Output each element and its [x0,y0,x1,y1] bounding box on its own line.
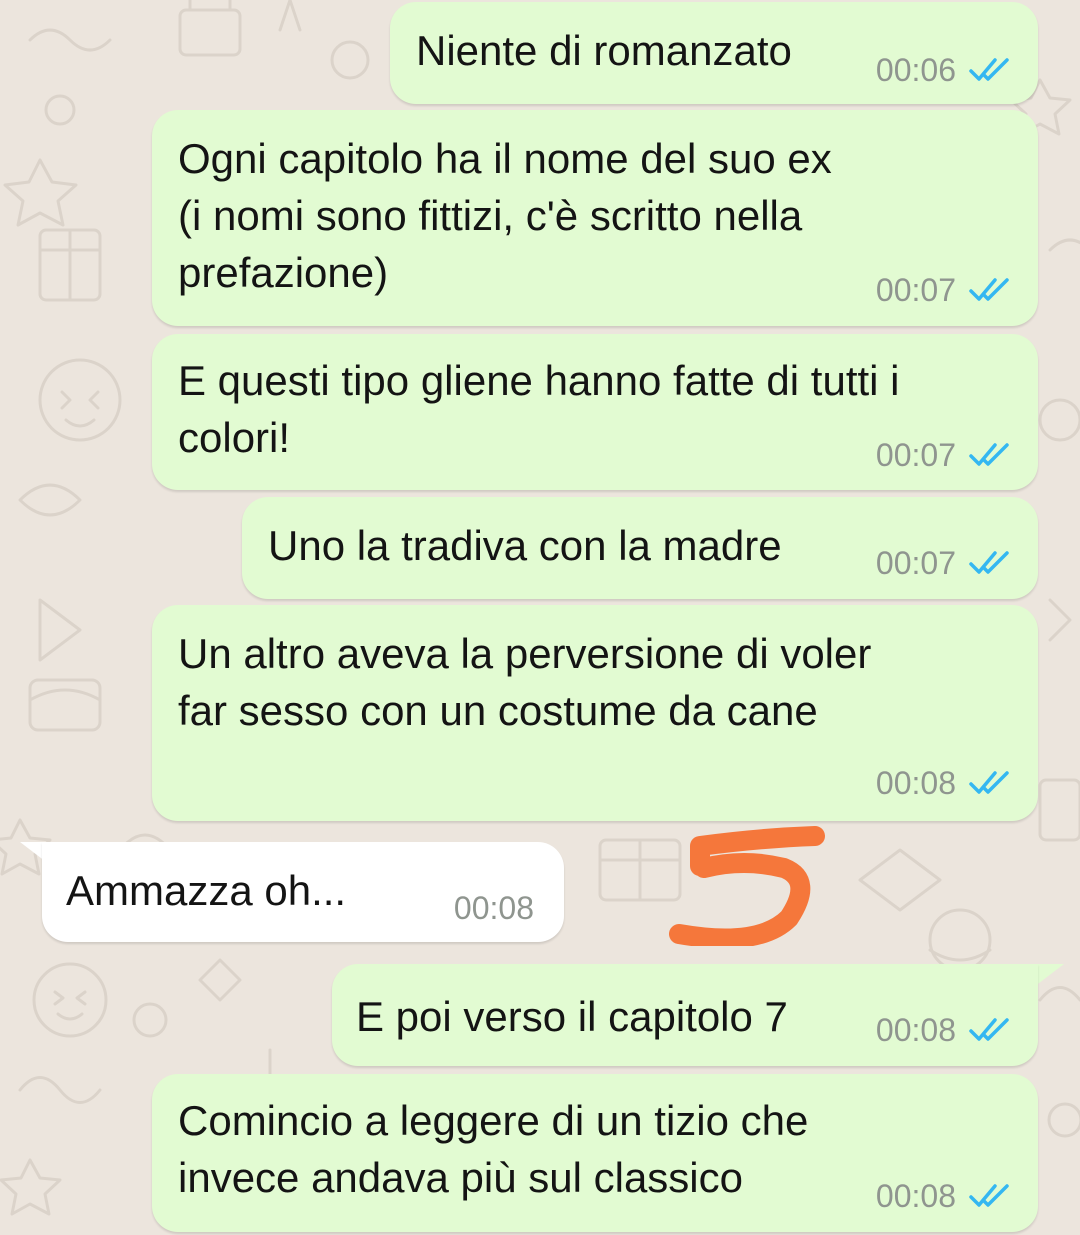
message-time: 00:07 [875,545,956,581]
message-bubble-outgoing[interactable]: Un altro aveva la perversione di voler f… [152,605,1038,821]
double-check-icon [969,443,1009,466]
message-meta: 00:08 [876,1012,1012,1048]
message-bubble-outgoing[interactable]: Uno la tradiva con la madre 00:07 [242,497,1038,599]
message-text: Un altro aveva la perversione di voler f… [178,630,872,734]
message-time: 00:08 [875,1012,956,1048]
double-check-icon [969,771,1009,794]
message-time: 00:08 [875,1178,956,1214]
handwritten-number-icon [669,826,825,946]
message-meta: 00:07 [876,272,1012,308]
message-bubble-outgoing[interactable]: Ogni capitolo ha il nome del suo ex (i n… [152,110,1038,326]
double-check-icon [969,1184,1009,1207]
message-bubble-outgoing[interactable]: Comincio a leggere di un tizio che invec… [152,1074,1038,1232]
message-text: Uno la tradiva con la madre [268,522,782,569]
message-text: E poi verso il capitolo 7 [356,993,788,1040]
message-bubble-outgoing[interactable]: E poi verso il capitolo 7 00:08 [332,964,1038,1066]
message-text: Niente di romanzato [416,27,792,74]
message-meta: 00:08 [876,765,1012,801]
message-bubble-incoming[interactable]: Ammazza oh... 00:08 [42,842,564,942]
message-time: 00:08 [453,890,534,926]
message-time: 00:07 [875,437,956,473]
message-time: 00:06 [875,52,956,88]
message-text: Ammazza oh... [66,867,347,914]
chat-message-list[interactable]: Niente di romanzato 00:06 Ogni capitolo … [0,0,1080,1235]
message-time: 00:07 [875,272,956,308]
message-meta: 00:06 [876,52,1012,88]
double-check-icon [969,278,1009,301]
message-bubble-outgoing[interactable]: E questi tipo gliene hanno fatte di tutt… [152,334,1038,490]
message-meta: 00:08 [454,890,534,926]
message-time: 00:08 [875,765,956,801]
double-check-icon [969,551,1009,574]
message-text: Comincio a leggere di un tizio che invec… [178,1097,809,1201]
message-meta: 00:08 [876,1178,1012,1214]
double-check-icon [969,58,1009,81]
message-meta: 00:07 [876,437,1012,473]
message-text: Ogni capitolo ha il nome del suo ex (i n… [178,135,832,296]
message-bubble-outgoing[interactable]: Niente di romanzato 00:06 [390,2,1038,104]
message-meta: 00:07 [876,545,1012,581]
double-check-icon [969,1018,1009,1041]
message-text: E questi tipo gliene hanno fatte di tutt… [178,357,900,461]
